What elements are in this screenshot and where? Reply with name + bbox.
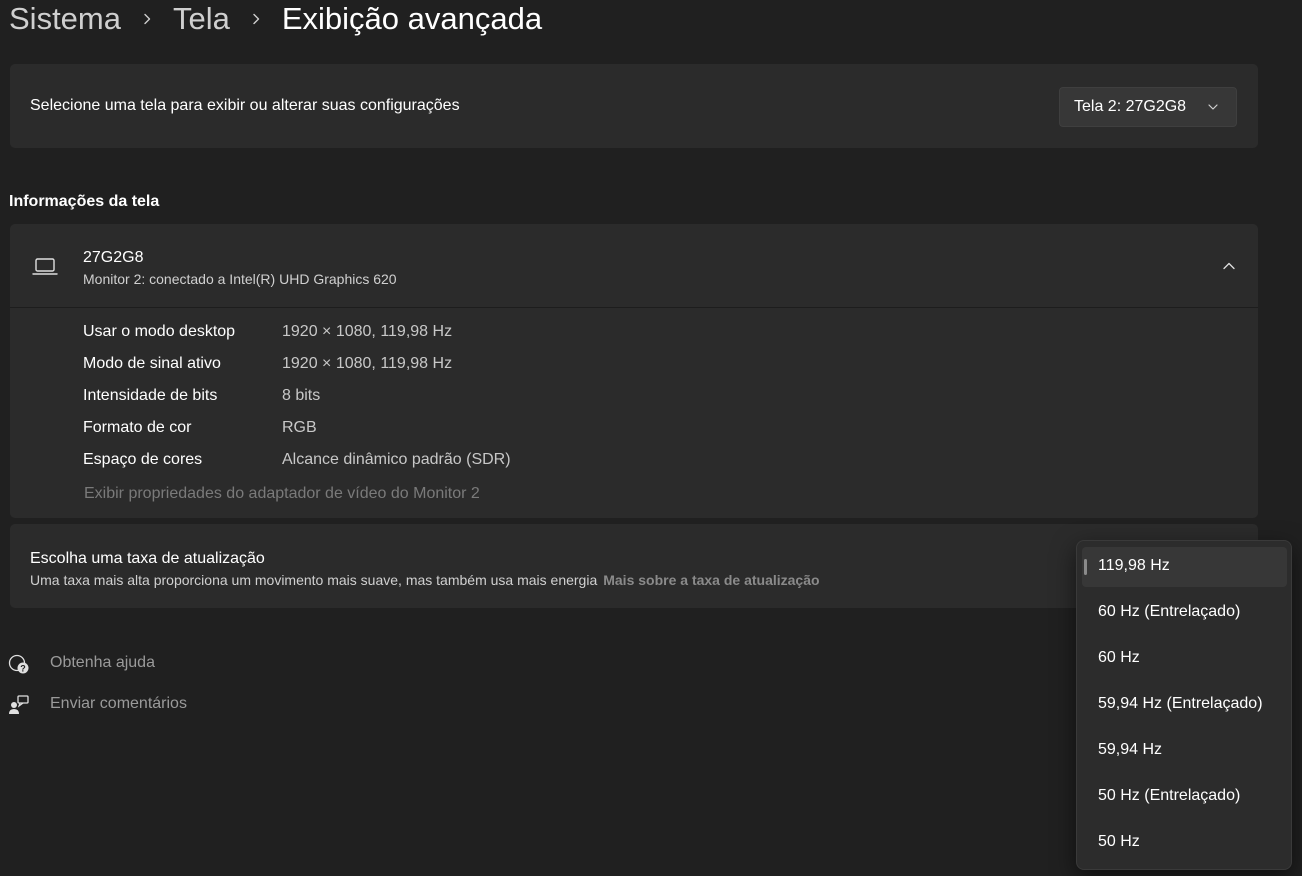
detail-label: Espaço de cores [83, 451, 203, 468]
page-title: Exibição avançada [281, 1, 543, 36]
get-help-link[interactable]: ? Obtenha ajuda [8, 652, 155, 676]
refresh-option[interactable]: 50 Hz [1082, 823, 1287, 863]
send-feedback-label: Enviar comentários [50, 695, 187, 712]
refresh-option-label: 60 Hz [1098, 649, 1140, 666]
refresh-rate-title: Escolha uma taxa de atualização [30, 550, 265, 567]
refresh-rate-card: Escolha uma taxa de atualização Uma taxa… [10, 524, 1258, 608]
display-select-value: Tela 2: 27G2G8 [1074, 98, 1187, 115]
chevron-up-icon[interactable] [1222, 259, 1236, 273]
monitor-name: 27G2G8 [83, 249, 144, 266]
refresh-option-label: 119,98 Hz [1098, 557, 1170, 574]
detail-value: RGB [282, 419, 317, 436]
monitor-connection: Monitor 2: conectado a Intel(R) UHD Grap… [83, 271, 397, 287]
display-info-header[interactable]: 27G2G8 Monitor 2: conectado a Intel(R) U… [10, 224, 1258, 308]
get-help-label: Obtenha ajuda [50, 654, 155, 671]
laptop-icon [32, 258, 58, 275]
detail-label: Formato de cor [83, 419, 192, 436]
svg-text:?: ? [20, 664, 26, 674]
refresh-option-selected[interactable]: 119,98 Hz [1082, 547, 1287, 587]
refresh-option[interactable]: 60 Hz (Entrelaçado) [1082, 593, 1287, 633]
refresh-option-label: 59,94 Hz [1098, 741, 1163, 758]
chevron-right-icon [121, 13, 173, 25]
display-info-card: 27G2G8 Monitor 2: conectado a Intel(R) U… [10, 224, 1258, 518]
detail-row: Usar o modo desktop 1920 × 1080, 119,98 … [83, 320, 783, 352]
refresh-rate-flyout: 119,98 Hz 60 Hz (Entrelaçado) 60 Hz 59,9… [1076, 540, 1292, 870]
refresh-rate-description-text: Uma taxa mais alta proporciona um movime… [30, 572, 598, 588]
refresh-option[interactable]: 60 Hz [1082, 639, 1287, 679]
adapter-properties-link[interactable]: Exibir propriedades do adaptador de víde… [84, 485, 480, 503]
breadcrumb-item-tela[interactable]: Tela [173, 1, 230, 37]
advanced-display-page: Sistema Tela Exibição avançada Selecione… [0, 0, 1302, 876]
refresh-option[interactable]: 59,94 Hz (Entrelaçado) [1082, 685, 1287, 725]
detail-row: Modo de sinal ativo 1920 × 1080, 119,98 … [83, 352, 783, 384]
refresh-rate-description: Uma taxa mais alta proporciona um movime… [30, 572, 820, 588]
display-details-list: Usar o modo desktop 1920 × 1080, 119,98 … [83, 320, 783, 480]
chevron-down-icon [1208, 104, 1218, 110]
display-select-label: Selecione uma tela para exibir ou altera… [30, 97, 460, 114]
detail-value: 1920 × 1080, 119,98 Hz [282, 355, 453, 372]
detail-label: Intensidade de bits [83, 387, 218, 404]
detail-label: Modo de sinal ativo [83, 355, 221, 372]
refresh-option-label: 50 Hz [1098, 833, 1140, 850]
detail-value: Alcance dinâmico padrão (SDR) [282, 451, 511, 468]
detail-value: 8 bits [282, 387, 321, 404]
refresh-option-label: 59,94 Hz (Entrelaçado) [1098, 695, 1263, 712]
display-select-dropdown[interactable]: Tela 2: 27G2G8 [1059, 87, 1237, 127]
refresh-option-label: 60 Hz (Entrelaçado) [1098, 603, 1241, 620]
help-chat-icon: ? [8, 654, 29, 674]
detail-row: Espaço de cores Alcance dinâmico padrão … [83, 448, 783, 480]
chevron-right-icon [230, 13, 282, 25]
breadcrumb-item-sistema[interactable]: Sistema [9, 1, 121, 37]
feedback-icon [9, 695, 29, 714]
breadcrumb: Sistema Tela Exibição avançada [9, 0, 542, 40]
detail-value: 1920 × 1080, 119,98 Hz [282, 323, 453, 340]
refresh-option-label: 50 Hz (Entrelaçado) [1098, 787, 1241, 804]
refresh-option[interactable]: 59,94 Hz [1082, 731, 1287, 771]
detail-row: Formato de cor RGB [83, 416, 783, 448]
selection-indicator [1084, 559, 1087, 575]
refresh-option[interactable]: 50 Hz (Entrelaçado) [1082, 777, 1287, 817]
detail-row: Intensidade de bits 8 bits [83, 384, 783, 416]
refresh-rate-learn-more-link[interactable]: Mais sobre a taxa de atualização [603, 572, 819, 588]
send-feedback-link[interactable]: Enviar comentários [8, 693, 187, 717]
display-select-card: Selecione uma tela para exibir ou altera… [10, 64, 1258, 148]
section-title-display-info: Informações da tela [9, 193, 160, 210]
detail-label: Usar o modo desktop [83, 323, 236, 340]
